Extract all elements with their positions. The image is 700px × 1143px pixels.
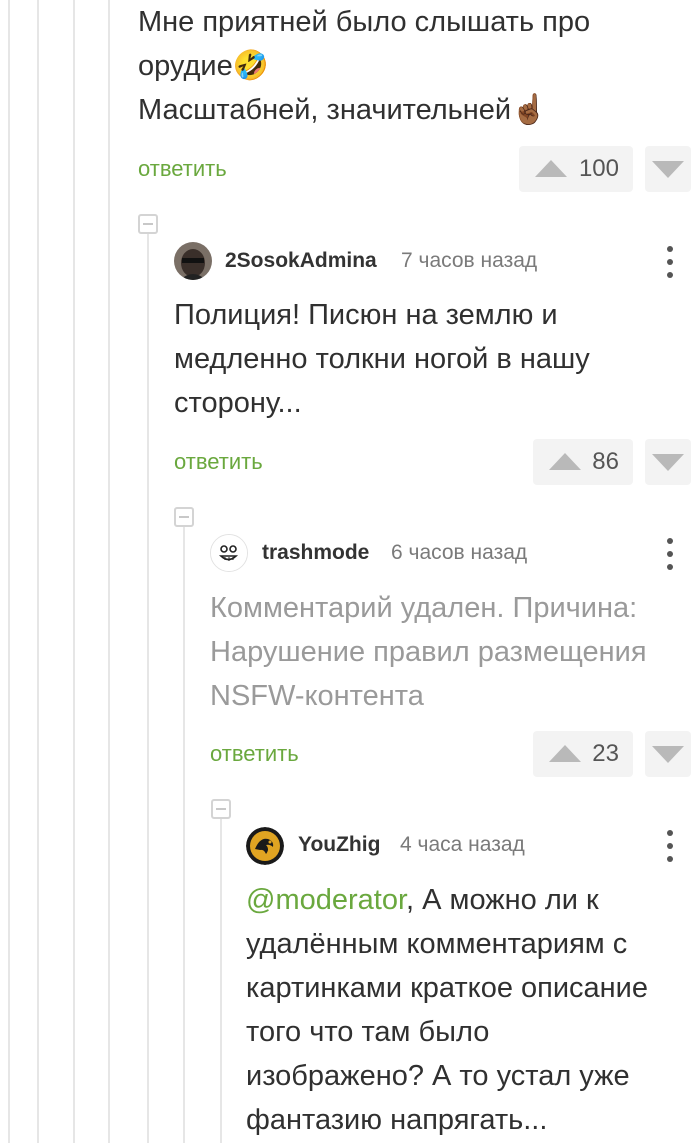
smiley-face-icon bbox=[211, 535, 247, 571]
downvote-button[interactable] bbox=[645, 146, 691, 192]
downvote-button[interactable] bbox=[645, 731, 691, 777]
upvote-button[interactable]: 100 bbox=[519, 146, 633, 192]
collapse-thread-button[interactable] bbox=[138, 214, 158, 234]
avatar[interactable] bbox=[246, 827, 284, 865]
thread-line bbox=[73, 0, 75, 1143]
arrow-up-icon bbox=[549, 745, 581, 762]
upvote-button[interactable]: 23 bbox=[533, 731, 633, 777]
comment-line: @moderator, А можно ли к bbox=[246, 878, 648, 922]
comment-line: Полиция! Писюн на землю и bbox=[174, 299, 558, 331]
comment-line: Масштабней, значительней☝🏾 bbox=[138, 94, 548, 126]
comment-line: NSFW-контента bbox=[210, 680, 424, 712]
arrow-down-icon bbox=[652, 746, 684, 763]
comment-timestamp[interactable]: 7 часов назад bbox=[401, 249, 537, 273]
thread-line bbox=[37, 0, 39, 1143]
comment-line: изображено? А то устал уже bbox=[246, 1060, 630, 1092]
avatar[interactable] bbox=[210, 534, 248, 572]
avatar-image-icon bbox=[174, 242, 212, 280]
arrow-up-icon bbox=[535, 160, 567, 177]
comment-line: картинками краткое описание bbox=[246, 972, 649, 1004]
rating-score: 100 bbox=[578, 155, 619, 182]
comment-line: того что там было bbox=[246, 1016, 490, 1048]
thread-line bbox=[220, 818, 222, 1143]
comment-line-rest: , А можно ли к bbox=[406, 884, 599, 916]
thread-line bbox=[108, 0, 110, 1143]
comment-line: Мне приятней было слышать про bbox=[138, 6, 591, 38]
comment-line: Комментарий удален. Причина: bbox=[210, 592, 638, 624]
comment-timestamp[interactable]: 4 часа назад bbox=[400, 833, 525, 857]
rating-score: 23 bbox=[592, 740, 619, 767]
collapse-thread-button[interactable] bbox=[211, 799, 231, 819]
thread-line bbox=[8, 0, 10, 1143]
more-options-icon[interactable] bbox=[658, 826, 682, 866]
dragon-logo-icon bbox=[246, 827, 284, 865]
comment-line: Нарушение правил размещения bbox=[210, 636, 647, 668]
reply-link[interactable]: ответить bbox=[138, 156, 227, 182]
arrow-down-icon bbox=[652, 161, 684, 178]
upvote-button[interactable]: 86 bbox=[533, 439, 633, 485]
comment-line: медленно толкни ногой в нашу bbox=[174, 343, 590, 375]
mention-link[interactable]: @moderator bbox=[246, 884, 406, 916]
comment-line: сторону... bbox=[174, 387, 302, 419]
comment-text: @moderator, А можно ли к удалённым комме… bbox=[246, 878, 648, 1142]
author-name[interactable]: 2SosokAdmina bbox=[225, 249, 377, 273]
arrow-down-icon bbox=[652, 454, 684, 471]
reply-link[interactable]: ответить bbox=[210, 741, 299, 767]
author-name[interactable]: YouZhig bbox=[298, 833, 380, 857]
comment-line: фантазию напрягать... bbox=[246, 1104, 548, 1136]
avatar[interactable] bbox=[174, 242, 212, 280]
comment-text: Мне приятней было слышать про орудие🤣 Ма… bbox=[138, 0, 590, 132]
more-options-icon[interactable] bbox=[658, 242, 682, 282]
reply-link[interactable]: ответить bbox=[174, 449, 263, 475]
comment-text: Полиция! Писюн на землю и медленно толкн… bbox=[174, 293, 590, 425]
collapse-thread-button[interactable] bbox=[174, 507, 194, 527]
thread-line bbox=[147, 232, 149, 1143]
author-name[interactable]: trashmode bbox=[262, 541, 369, 565]
downvote-button[interactable] bbox=[645, 439, 691, 485]
comment-line: удалённым комментариям с bbox=[246, 928, 628, 960]
more-options-icon[interactable] bbox=[658, 534, 682, 574]
arrow-up-icon bbox=[549, 453, 581, 470]
comment-timestamp[interactable]: 6 часов назад bbox=[391, 541, 527, 565]
thread-line bbox=[183, 526, 185, 1143]
rating-score: 86 bbox=[592, 448, 619, 475]
comment-line: орудие🤣 bbox=[138, 50, 269, 82]
deleted-comment-notice: Комментарий удален. Причина: Нарушение п… bbox=[210, 586, 647, 718]
